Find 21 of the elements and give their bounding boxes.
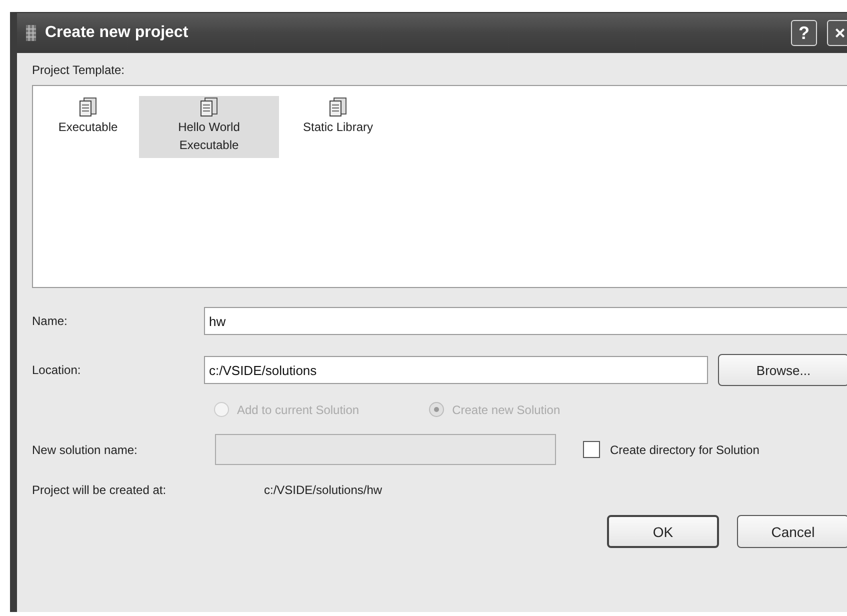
dialog-button[interactable]: Cancel	[737, 515, 847, 548]
window-title: Create new project	[45, 24, 188, 42]
field-label: Name:	[32, 314, 68, 328]
field-label: Project will be created at:	[32, 483, 168, 497]
location-field[interactable]: c:/VSIDE/solutions	[204, 356, 708, 384]
field-label: Location:	[32, 363, 82, 377]
close-button[interactable]: ×	[827, 20, 847, 46]
help-button[interactable]: ?	[791, 20, 817, 46]
grid-icon	[25, 24, 37, 42]
dialog-button[interactable]: OK	[607, 515, 719, 548]
name-field[interactable]: hw	[204, 307, 847, 335]
template-item[interactable]: Executable	[43, 96, 133, 144]
field-label: New solution name:	[32, 442, 138, 456]
radio-label: Create new Solution	[452, 402, 560, 416]
template-item[interactable]: Static Library	[285, 96, 391, 144]
browse-button[interactable]: Browse...	[718, 354, 847, 386]
radio-label: Add to current Solution	[237, 402, 360, 416]
project-path: c:/VSIDE/solutions/hw	[264, 483, 382, 497]
field-label: Project Template:	[32, 63, 126, 77]
directory-checkbox[interactable]: Create directory for Solution	[583, 441, 760, 458]
template-item[interactable]: Hello World Executable	[139, 96, 279, 158]
